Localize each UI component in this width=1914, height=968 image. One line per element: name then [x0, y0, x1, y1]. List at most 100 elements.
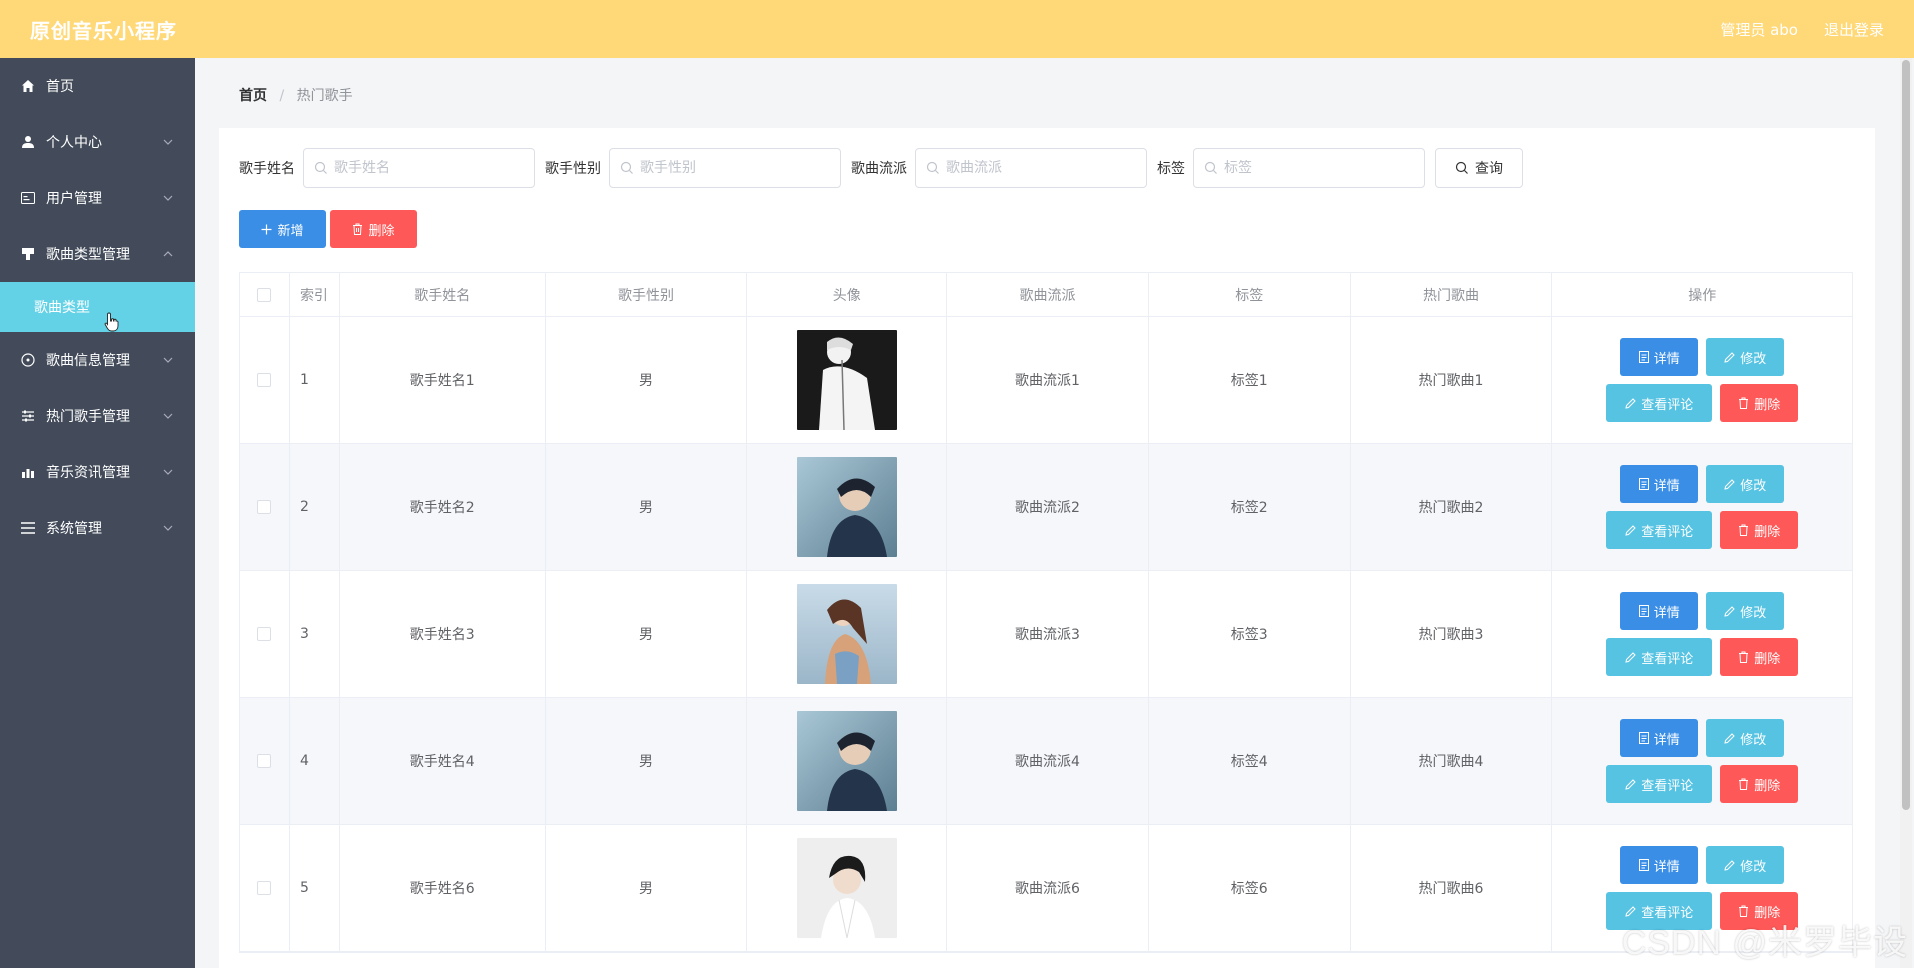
- cell-index: 4: [290, 698, 340, 824]
- singer-gender-field[interactable]: [609, 148, 841, 188]
- chart-icon: [20, 464, 36, 480]
- batch-delete-button-label: 删除: [368, 223, 395, 239]
- row-checkbox[interactable]: [257, 754, 272, 768]
- sidebar-item-music-news-management[interactable]: 音乐资讯管理: [0, 444, 195, 500]
- ops-row: 详情 修改: [1620, 338, 1785, 376]
- logout-link[interactable]: 退出登录: [1824, 19, 1884, 40]
- view-comments-button[interactable]: 查看评论: [1606, 384, 1713, 422]
- document-icon: [1638, 605, 1649, 617]
- delete-button[interactable]: 删除: [1720, 638, 1799, 676]
- add-button[interactable]: 新增: [239, 210, 326, 248]
- search-icon: [1455, 161, 1468, 174]
- detail-button[interactable]: 详情: [1620, 465, 1699, 503]
- delete-button-label: 删除: [1754, 397, 1781, 413]
- sidebar-item-system-management[interactable]: 系统管理: [0, 500, 195, 556]
- edit-button[interactable]: 修改: [1706, 465, 1785, 503]
- query-button[interactable]: 查询: [1435, 148, 1523, 188]
- detail-button-label: 详情: [1653, 478, 1680, 494]
- sidebar: 首页 个人中心 用户管理 歌曲类型管理 歌曲类型 歌曲信息管理 热门歌手管理 音…: [0, 58, 195, 968]
- ops-row: 详情 修改: [1620, 719, 1785, 757]
- pencil-icon: [1724, 859, 1735, 871]
- breadcrumb-home[interactable]: 首页: [239, 88, 267, 104]
- header-tag: 标签: [1149, 273, 1351, 316]
- cell-ops: 详情 修改 查看评论 删除: [1552, 571, 1852, 697]
- pencil-icon: [1724, 351, 1735, 363]
- select-all-checkbox[interactable]: [257, 287, 272, 302]
- admin-label: 管理员 abo: [1720, 20, 1798, 39]
- detail-button[interactable]: 详情: [1620, 719, 1699, 757]
- sidebar-item-user-management[interactable]: 用户管理: [0, 170, 195, 226]
- cell-genre: 歌曲流派1: [947, 317, 1149, 443]
- table-row: 4 歌手姓名4 男 歌曲流派4 标签4 热门歌曲4 详情 修改 查看评论 删除: [240, 698, 1852, 825]
- sliders-icon: [20, 408, 36, 424]
- cell-avatar: [747, 698, 948, 824]
- sidebar-item-song-type-management[interactable]: 歌曲类型管理: [0, 226, 195, 282]
- view-comments-button[interactable]: 查看评论: [1606, 511, 1713, 549]
- row-checkbox[interactable]: [257, 373, 272, 387]
- view-comments-button[interactable]: 查看评论: [1606, 765, 1713, 803]
- cell-hot-song: 热门歌曲4: [1351, 698, 1553, 824]
- cell-genre: 歌曲流派3: [947, 571, 1149, 697]
- tag-label: 标签: [1157, 161, 1185, 177]
- delete-button[interactable]: 删除: [1720, 384, 1799, 422]
- document-icon: [1638, 351, 1649, 363]
- scrollbar-thumb[interactable]: [1902, 60, 1910, 810]
- chevron-down-icon: [163, 413, 173, 419]
- edit-button-label: 修改: [1740, 478, 1767, 494]
- row-checkbox-cell: [240, 317, 290, 443]
- cell-hot-song: 热门歌曲2: [1351, 444, 1553, 570]
- home-icon: [20, 78, 36, 94]
- row-checkbox[interactable]: [257, 500, 272, 514]
- delete-button-label: 删除: [1754, 778, 1781, 794]
- delete-button[interactable]: 删除: [1720, 765, 1799, 803]
- song-genre-field[interactable]: [915, 148, 1147, 188]
- sidebar-item-home[interactable]: 首页: [0, 58, 195, 114]
- document-icon: [1638, 478, 1649, 490]
- singer-table: 索引 歌手姓名 歌手性别 头像 歌曲流派 标签 热门歌曲 操作 1 歌手姓名1 …: [239, 272, 1853, 953]
- table-row: 2 歌手姓名2 男 歌曲流派2 标签2 热门歌曲2 详情 修改 查看评论 删除: [240, 444, 1852, 571]
- row-checkbox[interactable]: [257, 627, 272, 641]
- tag-field[interactable]: [1193, 148, 1425, 188]
- edit-button[interactable]: 修改: [1706, 338, 1785, 376]
- cell-hot-song: 热门歌曲1: [1351, 317, 1553, 443]
- id-card-icon: [20, 190, 36, 206]
- detail-button-label: 详情: [1653, 351, 1680, 367]
- document-icon: [1638, 732, 1649, 744]
- cell-gender: 男: [546, 571, 748, 697]
- cell-tag: 标签2: [1149, 444, 1351, 570]
- singer-name-input[interactable]: [334, 160, 534, 176]
- menu-icon: [20, 520, 36, 536]
- cell-ops: 详情 修改 查看评论 删除: [1552, 317, 1852, 443]
- header-avatar: 头像: [747, 273, 948, 316]
- sidebar-item-personal-center[interactable]: 个人中心: [0, 114, 195, 170]
- singer-avatar: [796, 584, 897, 684]
- ops-row: 查看评论 删除: [1606, 638, 1799, 676]
- singer-name-field[interactable]: [303, 148, 535, 188]
- pencil-icon: [1724, 605, 1735, 617]
- sidebar-item-song-info-management[interactable]: 歌曲信息管理: [0, 332, 195, 388]
- detail-button[interactable]: 详情: [1620, 592, 1699, 630]
- row-checkbox[interactable]: [257, 881, 272, 895]
- edit-button[interactable]: 修改: [1706, 719, 1785, 757]
- ops-row: 查看评论 删除: [1606, 765, 1799, 803]
- view-comments-button-label: 查看评论: [1641, 778, 1694, 794]
- sidebar-item-label: 用户管理: [46, 191, 102, 207]
- cell-name: 歌手姓名1: [340, 317, 546, 443]
- ops-row: 查看评论 删除: [1606, 384, 1799, 422]
- singer-gender-input[interactable]: [640, 160, 840, 176]
- pencil-icon: [1625, 778, 1636, 790]
- detail-button[interactable]: 详情: [1620, 846, 1699, 884]
- search-icon: [1204, 161, 1217, 174]
- vertical-scrollbar[interactable]: [1900, 58, 1912, 968]
- batch-delete-button[interactable]: 删除: [330, 210, 417, 248]
- submenu-item-song-type[interactable]: 歌曲类型: [0, 282, 195, 332]
- detail-button[interactable]: 详情: [1620, 338, 1699, 376]
- view-comments-button[interactable]: 查看评论: [1606, 638, 1713, 676]
- delete-button[interactable]: 删除: [1720, 511, 1799, 549]
- edit-button[interactable]: 修改: [1706, 846, 1785, 884]
- header-user-area: 管理员 abo 退出登录: [1720, 19, 1884, 40]
- tag-input[interactable]: [1224, 160, 1424, 176]
- sidebar-item-hot-singer-management[interactable]: 热门歌手管理: [0, 388, 195, 444]
- song-genre-input[interactable]: [946, 160, 1146, 176]
- edit-button[interactable]: 修改: [1706, 592, 1785, 630]
